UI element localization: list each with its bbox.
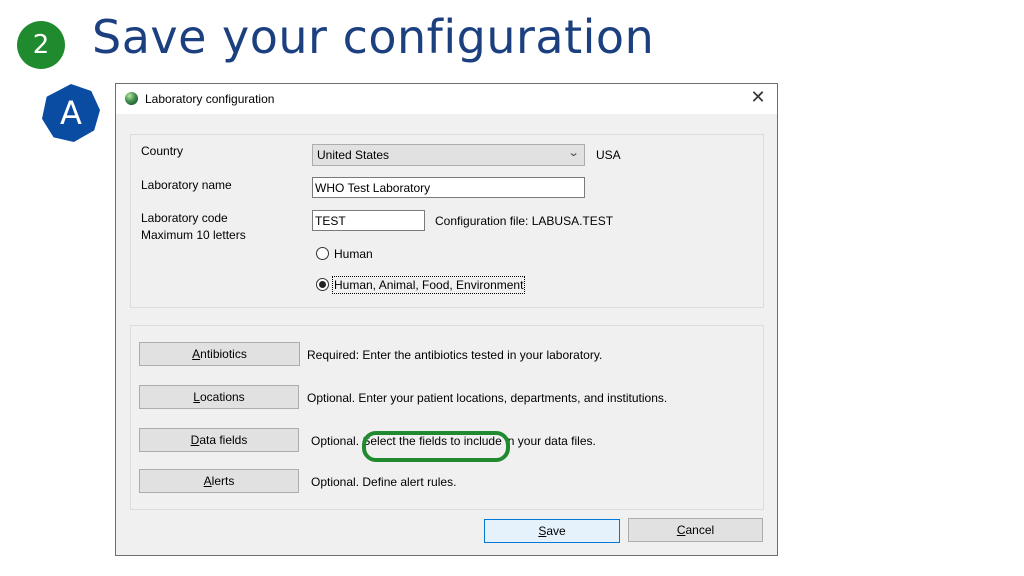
locations-description: Optional. Enter your patient locations, … — [307, 391, 668, 405]
alerts-button[interactable]: Alerts — [139, 469, 299, 493]
radio-human-animal-food-environment[interactable] — [316, 278, 329, 291]
button-label: ata fields — [199, 433, 248, 447]
callout-marker-a: A — [42, 84, 100, 142]
lab-code-hint: Maximum 10 letters — [141, 228, 246, 242]
save-button[interactable]: Save — [484, 519, 620, 543]
lab-name-input[interactable] — [312, 177, 585, 198]
close-icon[interactable]: ✕ — [747, 87, 769, 109]
slide-title: Save your configuration — [92, 10, 655, 64]
alerts-description: Optional. Define alert rules. — [311, 475, 457, 489]
lab-code-input[interactable] — [312, 210, 425, 231]
config-file-text: Configuration file: LABUSA.TEST — [435, 214, 614, 228]
country-label: Country — [141, 144, 184, 158]
lab-code-label: Laboratory code — [141, 211, 228, 225]
mnemonic: A — [203, 474, 212, 488]
country-select[interactable]: United States ⌄ — [312, 144, 585, 166]
laboratory-configuration-dialog: Laboratory configuration ✕ Country Unite… — [115, 83, 778, 556]
mnemonic: L — [193, 390, 200, 404]
data-fields-description: Optional. Select the fields to include i… — [311, 434, 596, 448]
cancel-button[interactable]: Cancel — [628, 518, 763, 542]
country-select-value: United States — [317, 148, 390, 162]
button-label: lerts — [211, 474, 235, 488]
country-code: USA — [596, 148, 621, 162]
antibiotics-description: Required: Enter the antibiotics tested i… — [307, 348, 603, 362]
step-number-badge: 2 — [17, 21, 65, 69]
locations-button[interactable]: Locations — [139, 385, 299, 409]
button-label: ntibiotics — [200, 347, 247, 361]
dialog-titlebar: Laboratory configuration ✕ — [116, 84, 777, 114]
antibiotics-button[interactable]: Antibiotics — [139, 342, 300, 366]
data-fields-button[interactable]: Data fields — [139, 428, 299, 452]
mnemonic: D — [190, 433, 200, 447]
mnemonic: A — [192, 347, 201, 361]
radio-human-label[interactable]: Human — [334, 247, 373, 261]
button-label: ancel — [685, 523, 715, 537]
chevron-down-icon: ⌄ — [567, 147, 580, 159]
dialog-title: Laboratory configuration — [145, 92, 275, 106]
app-globe-icon — [125, 92, 138, 105]
radio-human[interactable] — [316, 247, 329, 260]
button-label: ave — [546, 524, 566, 538]
radio-human-animal-food-environment-label[interactable]: Human, Animal, Food, Environment — [331, 276, 526, 294]
button-label: ocations — [199, 390, 245, 404]
lab-name-label: Laboratory name — [141, 178, 232, 192]
